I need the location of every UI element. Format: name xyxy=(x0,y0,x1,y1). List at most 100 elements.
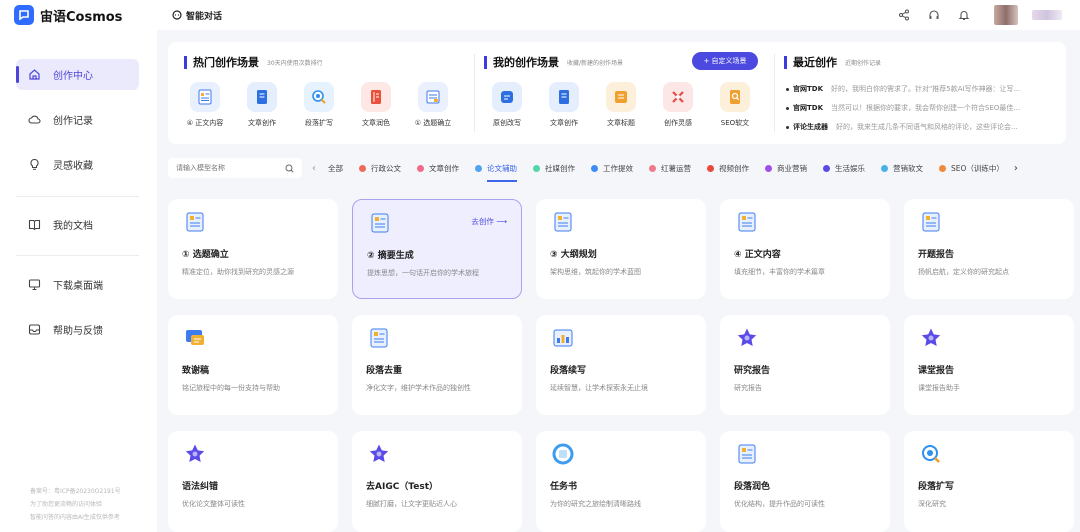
scene-card[interactable]: 研究报告 研究报告 xyxy=(720,315,890,415)
inspiration-icon xyxy=(663,82,693,112)
tab-label: 商业营销 xyxy=(777,163,807,173)
recent-item[interactable]: 评论生成器 好的，我来生成几条不同语气和风格的评论，这些评论会... xyxy=(786,122,1056,132)
my-scenes-title: 我的创作场景 xyxy=(493,56,559,69)
card-description: 深化研究 xyxy=(918,500,946,508)
tab-lifestyle[interactable]: 生活娱乐 xyxy=(823,158,865,178)
tab-label: 文章创作 xyxy=(429,163,459,173)
search-icon[interactable] xyxy=(285,164,294,173)
tab-xiaohongshu[interactable]: 红薯运营 xyxy=(649,158,691,178)
footer-line: 智能问答的内容由AI生成仅供参考 xyxy=(30,514,120,521)
scenes-panel: 热门创作场景 30天内使用次数排行 ④ 正文内容 文章创作 段落扩写 文章润色 … xyxy=(168,42,1066,144)
my-scene-item[interactable]: 文章标题 xyxy=(598,82,644,128)
scene-card[interactable]: ② 摘要生成 提炼思想，一句话开启你的学术旅程 去创作 ⟶ xyxy=(352,199,522,299)
recent-item[interactable]: 官网TDK 当然可以！根据你的要求，我会帮你创建一个符合SEO最佳... xyxy=(786,103,1056,113)
recent-item[interactable]: 官网TDK 好的，我明白你的需求了。针对"推荐5款AI写作神器：让写... xyxy=(786,84,1056,94)
tab-video[interactable]: 视频创作 xyxy=(707,158,749,178)
scene-card[interactable]: 致谢稿 铭记旅程中的每一份支持与帮助 xyxy=(168,315,338,415)
footer-line: 为了助您更流畅的访问体验 xyxy=(30,501,103,508)
recent-item-text: 当然可以！根据你的要求，我会帮你创建一个符合SEO最佳... xyxy=(831,104,1021,112)
tab-marketing[interactable]: 商业营销 xyxy=(765,158,807,178)
tab-dot xyxy=(359,164,366,172)
card-title: 任务书 xyxy=(550,482,578,492)
scene-card[interactable]: 段落润色 优化结构，提升作品的可读性 xyxy=(720,431,890,532)
card-description: 填充细节，丰富你的学术篇章 xyxy=(734,268,825,276)
chart-icon xyxy=(550,325,576,351)
tab-label: 视频创作 xyxy=(719,163,749,173)
tab-soft-articles[interactable]: 营销软文 xyxy=(881,158,923,178)
tab-all[interactable]: 全部 xyxy=(328,158,343,178)
hot-scene-item[interactable]: ④ 正文内容 xyxy=(182,82,228,128)
tab-dot xyxy=(649,164,656,172)
hot-scene-item[interactable]: 文章创作 xyxy=(239,82,285,128)
my-scene-label: 原创改写 xyxy=(493,119,521,127)
hot-scene-label: ① 选题确立 xyxy=(414,119,452,127)
card-description: 扬帆启航，定义你的研究起点 xyxy=(918,268,1009,276)
scene-card[interactable]: 去AIGC（Test） 细腻打磨，让文字更贴近人心 xyxy=(352,431,522,532)
scene-card[interactable]: 任务书 为你的研究之旅绘制清晰路线 xyxy=(536,431,706,532)
tab-dot xyxy=(417,164,424,172)
sidebar-item-label: 下载桌面端 xyxy=(53,281,103,292)
tab-productivity[interactable]: 工作提效 xyxy=(591,158,633,178)
headset-icon[interactable] xyxy=(926,7,942,23)
sidebar-item-label: 灵感收藏 xyxy=(53,161,93,172)
card-description: 优化结构，提升作品的可读性 xyxy=(734,500,825,508)
go-create-link[interactable]: 去创作 ⟶ xyxy=(471,216,507,227)
tab-seo[interactable]: SEO（训练中） xyxy=(939,158,1004,178)
home-icon xyxy=(29,69,40,80)
scene-card[interactable]: 段落扩写 深化研究 xyxy=(904,431,1074,532)
bullet xyxy=(786,87,789,91)
scene-card[interactable]: 开题报告 扬帆启航，定义你的研究起点 xyxy=(904,199,1074,299)
model-search[interactable] xyxy=(168,158,302,178)
my-scene-item[interactable]: SEO软文 xyxy=(712,82,758,128)
scene-card[interactable]: 语法纠错 优化论文整体可读性 xyxy=(168,431,338,532)
share-icon[interactable] xyxy=(896,7,912,23)
tab-label: 行政公文 xyxy=(371,163,401,173)
hot-scene-label: 段落扩写 xyxy=(305,119,333,127)
tab-social[interactable]: 社媒创作 xyxy=(533,158,575,178)
tab-admin-docs[interactable]: 行政公文 xyxy=(359,158,401,178)
custom-scene-button[interactable]: + 自定义场景 xyxy=(692,52,758,70)
tab-article[interactable]: 文章创作 xyxy=(417,158,459,178)
doc-icon xyxy=(734,209,760,235)
scene-card[interactable]: 段落去重 净化文字，维护学术作品的独创性 xyxy=(352,315,522,415)
chevron-right-icon[interactable]: › xyxy=(1014,163,1018,174)
scene-card[interactable]: ④ 正文内容 填充细节，丰富你的学术篇章 xyxy=(720,199,890,299)
card-description: 净化文字，维护学术作品的独创性 xyxy=(366,384,471,392)
hot-scene-label: 文章润色 xyxy=(362,119,390,127)
hot-scene-item[interactable]: 段落扩写 xyxy=(296,82,342,128)
scene-card[interactable]: ① 选题确立 精准定位，助你找到研究的灵感之源 xyxy=(168,199,338,299)
scene-card[interactable]: 课堂报告 课堂报告助手 xyxy=(904,315,1074,415)
sidebar-item-help[interactable]: 帮助与反馈 xyxy=(16,314,139,345)
sidebar-item-inspiration[interactable]: 灵感收藏 xyxy=(16,149,139,180)
avatar[interactable] xyxy=(994,5,1018,25)
bulb-icon xyxy=(30,158,39,170)
tab-thesis[interactable]: 论文辅助 xyxy=(475,158,517,182)
card-description: 细腻打磨，让文字更贴近人心 xyxy=(366,500,457,508)
my-scene-label: 创作灵感 xyxy=(664,119,692,127)
app-logo[interactable]: 宙语Cosmos xyxy=(14,5,154,25)
username[interactable] xyxy=(1032,10,1062,20)
my-scene-item[interactable]: 创作灵感 xyxy=(655,82,701,128)
hot-scene-item[interactable]: 文章润色 xyxy=(353,82,399,128)
title-icon xyxy=(606,82,636,112)
my-scene-item[interactable]: 文章创作 xyxy=(541,82,587,128)
sidebar-item-download[interactable]: 下载桌面端 xyxy=(16,269,139,300)
tab-label: 社媒创作 xyxy=(545,163,575,173)
doc-icon xyxy=(734,441,760,467)
scene-card[interactable]: 段落续写 延续智慧，让学术探索永无止境 xyxy=(536,315,706,415)
chevron-left-icon[interactable]: ‹ xyxy=(312,163,316,174)
my-scene-item[interactable]: 原创改写 xyxy=(484,82,530,128)
sidebar-item-my-docs[interactable]: 我的文档 xyxy=(16,209,139,240)
bell-icon[interactable] xyxy=(956,7,972,23)
tab-label: 营销软文 xyxy=(893,163,923,173)
sidebar-item-label: 帮助与反馈 xyxy=(53,326,103,337)
sidebar-item-creation-records[interactable]: 创作记录 xyxy=(16,104,139,135)
hot-scene-item[interactable]: ① 选题确立 xyxy=(410,82,456,128)
my-scenes-header: 我的创作场景 收藏/新建的创作场景 xyxy=(484,54,623,70)
smart-chat-button[interactable]: 智能对话 xyxy=(172,9,222,22)
card-description: 优化论文整体可读性 xyxy=(182,500,245,508)
scene-card[interactable]: ③ 大纲规划 架构思维，筑起你的学术蓝图 xyxy=(536,199,706,299)
app-name: 宙语Cosmos xyxy=(40,9,123,25)
search-input[interactable] xyxy=(176,164,286,172)
sidebar-item-creation-center[interactable]: 创作中心 xyxy=(16,59,139,90)
